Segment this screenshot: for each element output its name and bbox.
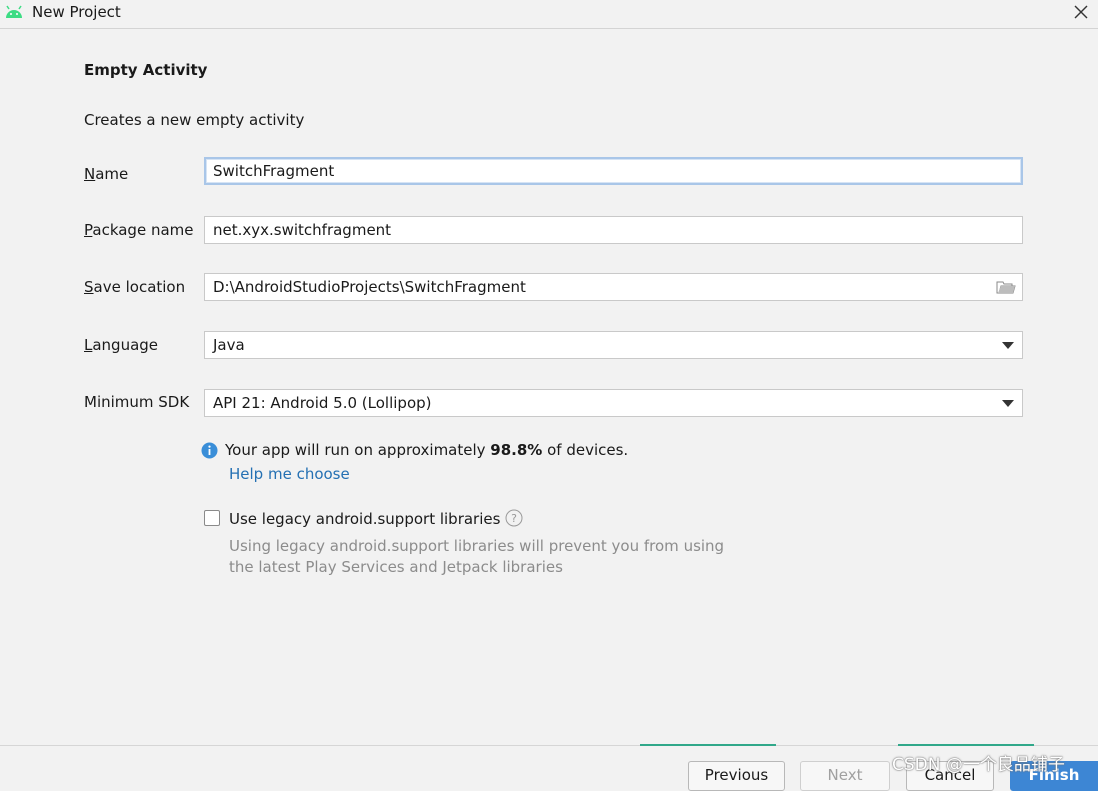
language-select[interactable]: Java — [204, 331, 1023, 359]
android-icon — [6, 5, 22, 18]
watermark: CSDN @一个良品铺子 — [892, 755, 1065, 775]
language-label: Language — [84, 336, 159, 354]
minimum-sdk-value: API 21: Android 5.0 (Lollipop) — [213, 394, 432, 412]
name-value: SwitchFragment — [213, 162, 335, 180]
page-heading: Empty Activity — [84, 61, 208, 79]
next-button[interactable]: Next — [800, 761, 890, 791]
footer-accent — [640, 744, 776, 746]
save-location-value: D:\AndroidStudioProjects\SwitchFragment — [213, 278, 526, 296]
legacy-support-checkbox[interactable] — [204, 510, 220, 526]
svg-text:?: ? — [511, 512, 517, 525]
package-name-value: net.xyx.switchfragment — [213, 221, 392, 239]
help-me-choose-link[interactable]: Help me choose — [229, 465, 350, 483]
question-icon[interactable]: ? — [505, 509, 523, 527]
name-label: Name — [84, 165, 129, 183]
package-name-label: Package name — [84, 221, 194, 239]
info-icon — [201, 442, 218, 459]
chevron-down-icon[interactable] — [1002, 342, 1014, 349]
device-coverage-text: Your app will run on approximately 98.8%… — [225, 441, 629, 459]
save-location-field[interactable]: D:\AndroidStudioProjects\SwitchFragment — [204, 273, 1023, 301]
minimum-sdk-label: Minimum SDK — [84, 393, 190, 411]
folder-icon[interactable] — [996, 280, 1016, 295]
window-title: New Project — [32, 3, 121, 21]
name-field[interactable]: SwitchFragment — [204, 157, 1023, 185]
minimum-sdk-select[interactable]: API 21: Android 5.0 (Lollipop) — [204, 389, 1023, 417]
chevron-down-icon[interactable] — [1002, 400, 1014, 407]
page-description: Creates a new empty activity — [84, 111, 305, 129]
close-icon[interactable] — [1072, 3, 1090, 21]
language-value: Java — [213, 336, 245, 354]
save-location-label: Save location — [84, 278, 186, 296]
title-bar: New Project — [0, 0, 1098, 29]
legacy-support-hint: Using legacy android.support libraries w… — [229, 537, 725, 576]
coverage-percent: 98.8% — [490, 441, 543, 459]
footer-accent — [898, 744, 1034, 746]
legacy-support-label[interactable]: Use legacy android.support libraries — [229, 510, 500, 528]
previous-button[interactable]: Previous — [688, 761, 785, 791]
package-name-field[interactable]: net.xyx.switchfragment — [204, 216, 1023, 244]
